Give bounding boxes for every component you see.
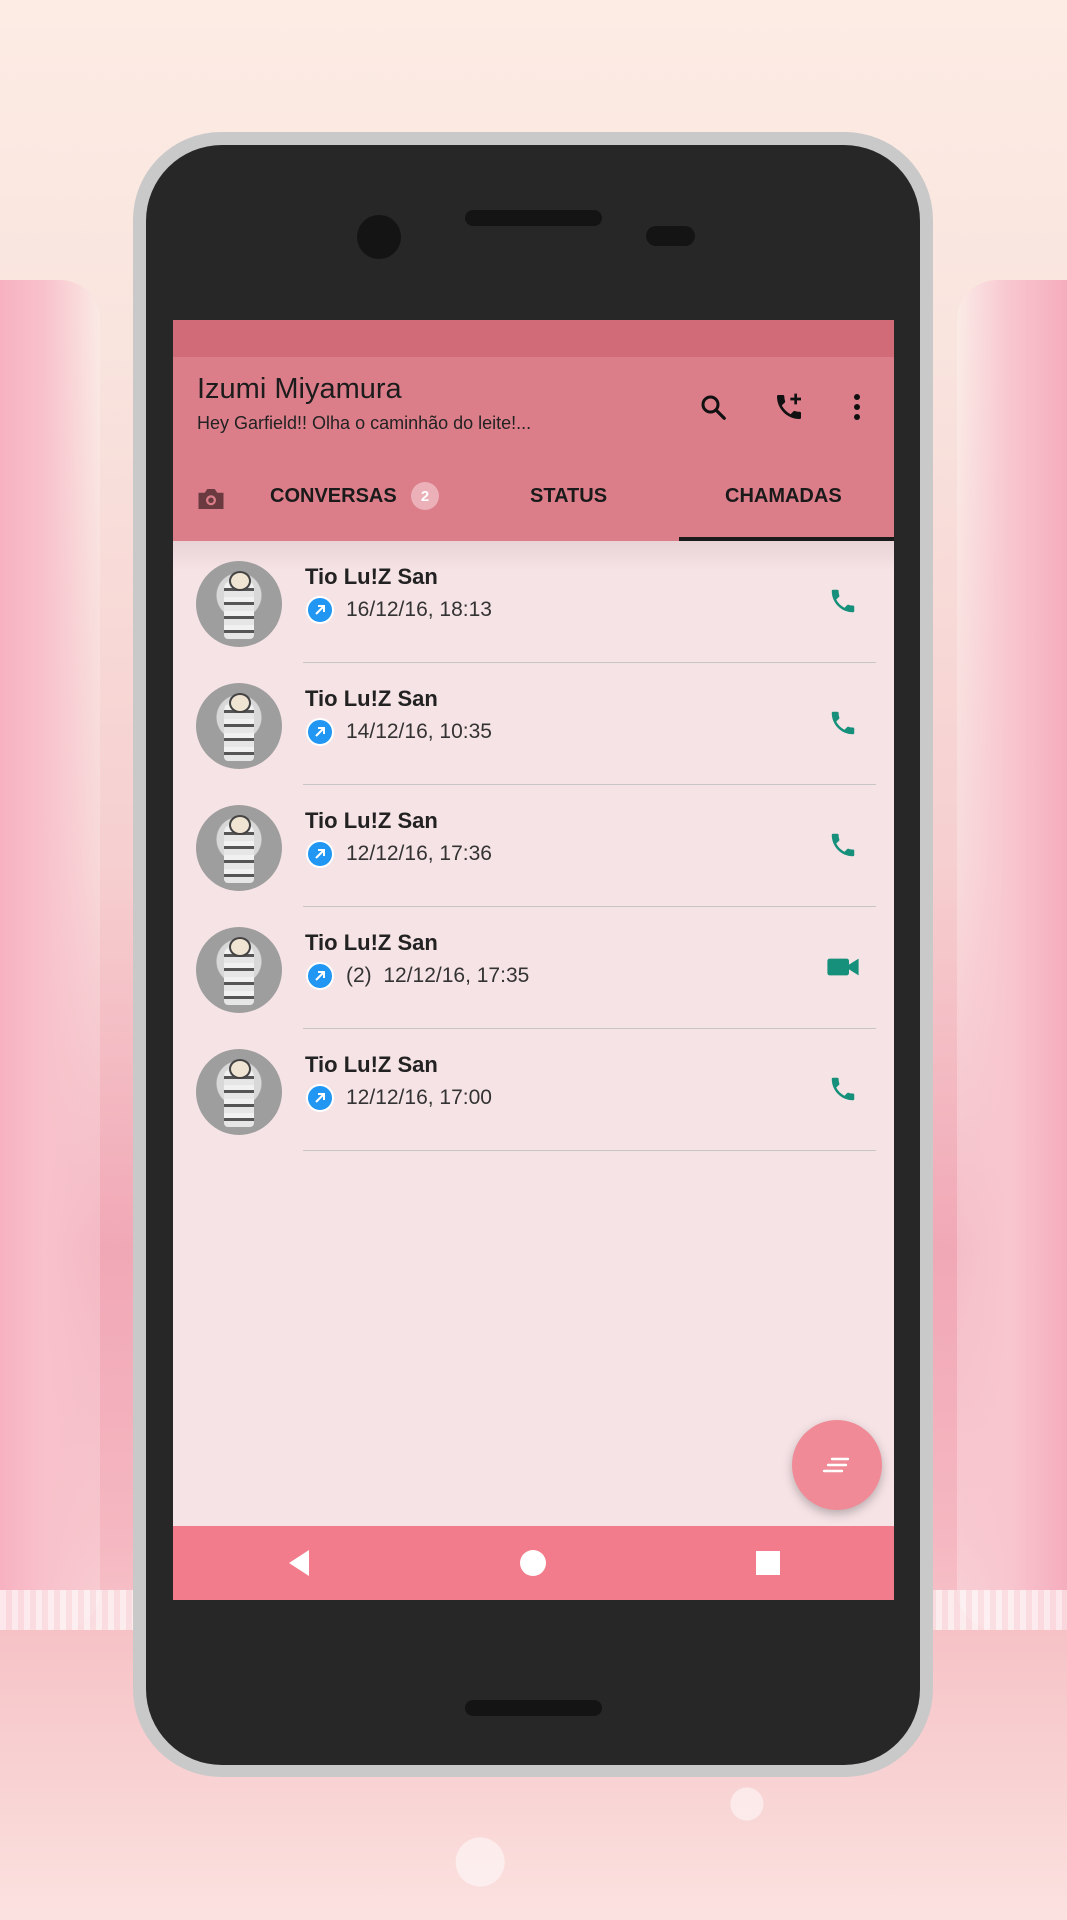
proximity-sensor — [646, 226, 695, 246]
call-time: (2) 12/12/16, 17:35 — [346, 964, 530, 987]
avatar-head — [229, 1059, 251, 1079]
background-pillar-left — [0, 280, 100, 1630]
tab-bar: CONVERSAS 2 STATUS CHAMADAS — [173, 457, 894, 541]
divider — [303, 1150, 876, 1151]
contact-name: Tio Lu!Z San — [305, 1052, 438, 1077]
navigation-bar — [173, 1526, 894, 1600]
avatar-head — [229, 571, 251, 591]
call-row[interactable]: Tio Lu!Z San 12/12/16, 17:00 — [173, 1029, 894, 1151]
tab-status[interactable]: STATUS — [530, 485, 607, 508]
call-meta: 12/12/16, 17:36 — [306, 840, 492, 868]
recents-icon[interactable] — [750, 1545, 786, 1581]
page-title: Izumi Miyamura — [197, 373, 402, 405]
front-camera — [357, 215, 401, 259]
bottom-speaker — [465, 1700, 602, 1716]
outgoing-call-icon — [306, 962, 334, 990]
add-call-icon[interactable] — [769, 387, 809, 427]
voice-call-icon[interactable] — [823, 581, 863, 621]
unread-badge: 2 — [411, 482, 439, 510]
avatar[interactable] — [196, 805, 282, 891]
camera-icon[interactable] — [195, 483, 227, 515]
call-meta: 14/12/16, 10:35 — [306, 718, 492, 746]
avatar[interactable] — [196, 683, 282, 769]
outgoing-call-icon — [306, 840, 334, 868]
call-time: 12/12/16, 17:00 — [346, 1086, 492, 1109]
call-time: 16/12/16, 18:13 — [346, 598, 492, 621]
contact-name: Tio Lu!Z San — [305, 930, 438, 955]
avatar[interactable] — [196, 927, 282, 1013]
app-bar: Izumi Miyamura Hey Garfield!! Olha o cam… — [173, 357, 894, 457]
call-row[interactable]: Tio Lu!Z San (2) 12/12/16, 17:35 — [173, 907, 894, 1029]
search-icon[interactable] — [693, 387, 733, 427]
call-time: 14/12/16, 10:35 — [346, 720, 492, 743]
earpiece-speaker — [465, 210, 602, 226]
call-row[interactable]: Tio Lu!Z San 14/12/16, 10:35 — [173, 663, 894, 785]
voice-call-icon[interactable] — [823, 1069, 863, 1109]
avatar-head — [229, 693, 251, 713]
home-icon[interactable] — [515, 1545, 551, 1581]
contact-name: Tio Lu!Z San — [305, 808, 438, 833]
back-icon[interactable] — [281, 1545, 317, 1581]
call-time: 12/12/16, 17:36 — [346, 842, 492, 865]
outgoing-call-icon — [306, 718, 334, 746]
avatar-head — [229, 815, 251, 835]
outgoing-call-icon — [306, 596, 334, 624]
fab-lines-icon — [822, 1457, 850, 1473]
avatar-head — [229, 937, 251, 957]
background-pillar-right — [957, 280, 1067, 1630]
call-meta: (2) 12/12/16, 17:35 — [306, 962, 529, 990]
call-meta: 16/12/16, 18:13 — [306, 596, 492, 624]
more-vert-icon[interactable] — [837, 387, 877, 427]
tab-conversas[interactable]: CONVERSAS — [270, 485, 397, 508]
tab-chamadas[interactable]: CHAMADAS — [725, 485, 842, 508]
phone-screen: Izumi Miyamura Hey Garfield!! Olha o cam… — [173, 320, 894, 1600]
page-subtitle: Hey Garfield!! Olha o caminhão do leite!… — [197, 413, 532, 433]
contact-name: Tio Lu!Z San — [305, 564, 438, 589]
new-call-fab[interactable] — [792, 1420, 882, 1510]
voice-call-icon[interactable] — [823, 703, 863, 743]
outgoing-call-icon — [306, 1084, 334, 1112]
call-meta: 12/12/16, 17:00 — [306, 1084, 492, 1112]
avatar[interactable] — [196, 1049, 282, 1135]
voice-call-icon[interactable] — [823, 825, 863, 865]
avatar[interactable] — [196, 561, 282, 647]
contact-name: Tio Lu!Z San — [305, 686, 438, 711]
status-bar — [173, 320, 894, 357]
call-row[interactable]: Tio Lu!Z San 16/12/16, 18:13 — [173, 541, 894, 663]
video-call-icon[interactable] — [823, 947, 863, 987]
call-row[interactable]: Tio Lu!Z San 12/12/16, 17:36 — [173, 785, 894, 907]
